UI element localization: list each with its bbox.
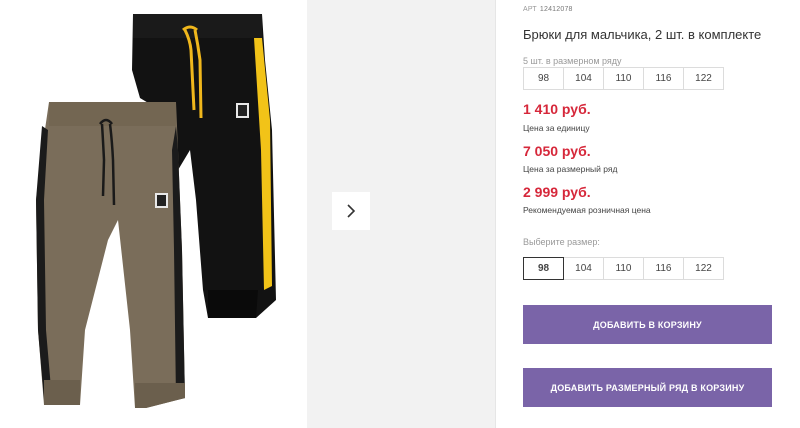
article-number: АРТ 12412078 <box>523 6 573 13</box>
pants-image <box>36 14 276 408</box>
chevron-right-icon <box>347 204 356 218</box>
gallery-next-panel <box>307 0 495 428</box>
add-size-row-to-cart-button[interactable]: ДОБАВИТЬ РАЗМЕРНЫЙ РЯД В КОРЗИНУ <box>523 368 772 407</box>
product-title: Брюки для мальчика, 2 шт. в комплекте <box>523 27 762 42</box>
product-gallery <box>0 0 495 428</box>
size-option-98[interactable]: 98 <box>523 257 564 280</box>
size-option-110[interactable]: 110 <box>603 257 644 280</box>
retail-price: 2 999 руб. <box>523 184 591 200</box>
size-option-122[interactable]: 122 <box>683 257 724 280</box>
size-row-label: 5 шт. в размерном ряду <box>523 56 622 66</box>
size-row-list: 98 104 110 116 122 <box>523 67 724 90</box>
size-row-price-label: Цена за размерный ряд <box>523 164 618 174</box>
retail-price-label: Рекомендуемая розничная цена <box>523 205 651 215</box>
size-row-item: 104 <box>563 67 604 90</box>
size-row-price: 7 050 руб. <box>523 143 591 159</box>
size-row-item: 110 <box>603 67 644 90</box>
add-to-cart-button[interactable]: ДОБАВИТЬ В КОРЗИНУ <box>523 305 772 344</box>
size-row-item: 116 <box>643 67 684 90</box>
unit-price-label: Цена за единицу <box>523 123 590 133</box>
size-option-116[interactable]: 116 <box>643 257 684 280</box>
next-image-button[interactable] <box>332 192 370 230</box>
choose-size-label: Выберите размер: <box>523 237 600 247</box>
size-option-104[interactable]: 104 <box>563 257 604 280</box>
size-selector: 98 104 110 116 122 <box>523 257 724 280</box>
article-value: 12412078 <box>539 6 573 13</box>
unit-price: 1 410 руб. <box>523 101 591 117</box>
size-row-item: 98 <box>523 67 564 90</box>
product-photo <box>0 0 305 428</box>
article-label: АРТ <box>523 6 537 13</box>
column-divider <box>495 0 496 428</box>
khaki-pants <box>36 102 185 408</box>
size-row-item: 122 <box>683 67 724 90</box>
